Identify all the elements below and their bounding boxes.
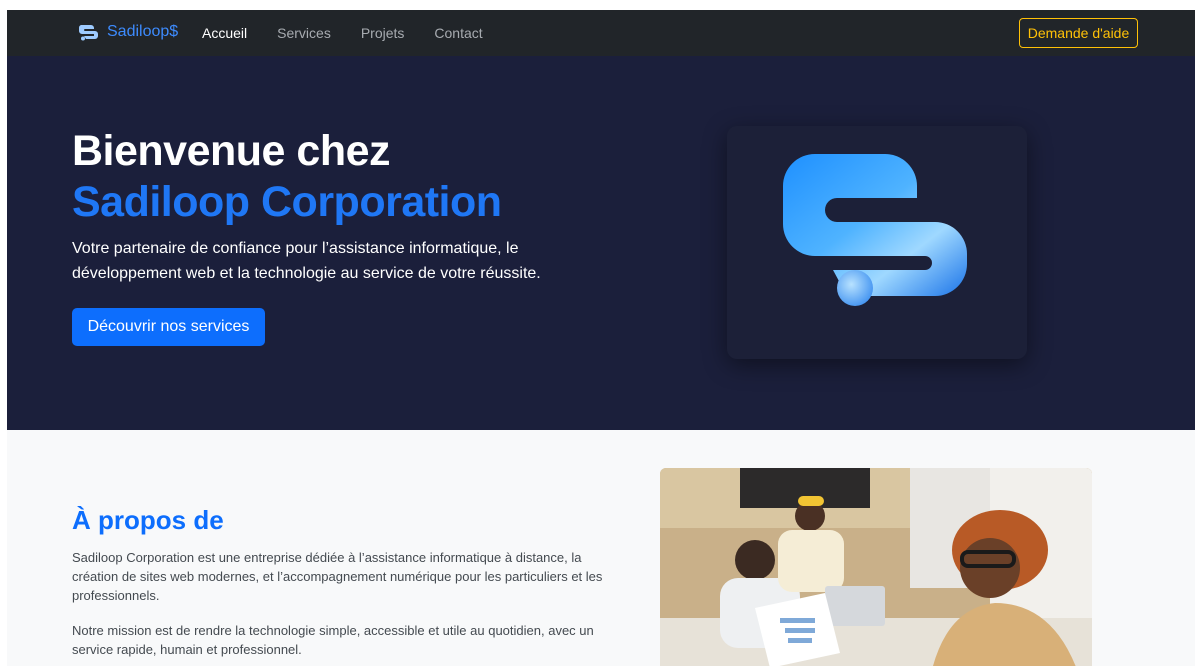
- brand-link[interactable]: Sadiloop$: [77, 23, 178, 41]
- nav-link-contact[interactable]: Contact: [434, 25, 482, 41]
- nav-link-services[interactable]: Services: [277, 25, 331, 41]
- hero-title: Bienvenue chez Sadiloop Corporation: [72, 126, 502, 228]
- hero-logo-card: [727, 126, 1027, 359]
- sadiloop-logo-large: [783, 154, 967, 306]
- hero-title-line1: Bienvenue chez: [72, 127, 391, 175]
- about-paragraph-1: Sadiloop Corporation est une entreprise …: [72, 550, 603, 603]
- help-request-button[interactable]: Demande d'aide: [1019, 18, 1138, 48]
- hero-description: Votre partenaire de confiance pour l’ass…: [72, 240, 541, 282]
- nav-link-projets[interactable]: Projets: [361, 25, 405, 41]
- hero-section: Bienvenue chez Sadiloop Corporation Votr…: [7, 56, 1195, 430]
- page: Sadiloop$ Accueil Services Projets Conta…: [7, 10, 1195, 666]
- team-meeting-illustration: [660, 468, 1092, 666]
- team-meeting-photo: [660, 468, 1092, 666]
- discover-services-button[interactable]: Découvrir nos services: [72, 308, 265, 346]
- brand-name: Sadiloop$: [107, 23, 179, 40]
- nav-links: Accueil Services Projets Contact: [202, 25, 513, 41]
- about-section: À propos de Sadiloop Corporation est une…: [7, 430, 1195, 666]
- navbar: Sadiloop$ Accueil Services Projets Conta…: [7, 10, 1195, 56]
- hero-title-line2: Sadiloop Corporation: [72, 178, 502, 226]
- about-paragraph-2: Notre mission est de rendre la technolog…: [72, 623, 594, 657]
- sadiloop-logo-icon: [78, 25, 98, 41]
- nav-link-accueil[interactable]: Accueil: [202, 25, 247, 41]
- about-title: À propos de: [72, 505, 224, 535]
